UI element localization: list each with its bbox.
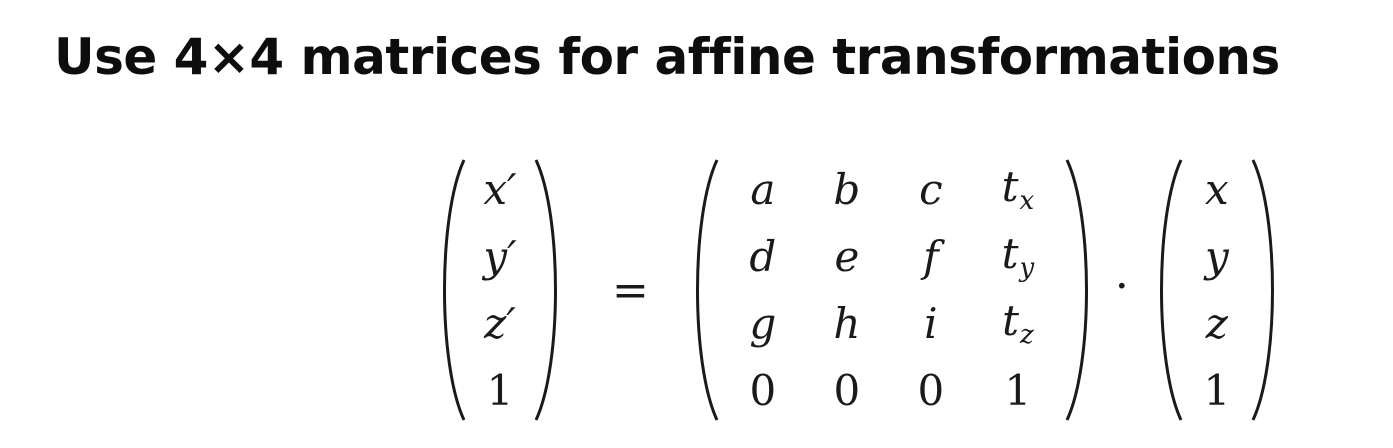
rhs-entry-x: x — [1205, 164, 1229, 214]
rhs-vector: x y z 1 — [1151, 156, 1283, 424]
matrix-entry-r4c3: 0 — [917, 365, 945, 415]
matrix-entry-r1c1: a — [750, 164, 776, 214]
matrix-entry-r3c2: h — [833, 298, 861, 348]
right-paren — [1249, 156, 1283, 424]
matrix-entry-r2c1: d — [749, 231, 777, 281]
transform-matrix: a b c tx d e f ty g h i tz 0 0 0 1 — [687, 156, 1097, 424]
matrix-entry-r4c4: 1 — [1004, 365, 1032, 415]
right-paren — [532, 156, 566, 424]
matrix-entry-r3c1: g — [749, 298, 777, 348]
lhs-entry-one: 1 — [486, 365, 514, 415]
matrix-entry-r3c4: tz — [1002, 295, 1034, 350]
rhs-entry-y: y — [1205, 231, 1229, 281]
multiply-dot: · — [1114, 260, 1129, 312]
matrix-entry-r2c3: f — [923, 231, 939, 281]
left-paren — [687, 156, 721, 424]
lhs-entry-z-prime: z′ — [484, 298, 516, 348]
matrix-entry-r3c3: i — [924, 298, 938, 348]
lhs-vector: x′ y′ z′ 1 — [434, 156, 566, 424]
matrix-entry-r4c1: 0 — [749, 365, 777, 415]
right-paren — [1063, 156, 1097, 424]
matrix-entry-r1c3: c — [919, 164, 943, 214]
rhs-entry-one: 1 — [1203, 365, 1231, 415]
matrix-cells: a b c tx d e f ty g h i tz 0 0 0 1 — [721, 156, 1063, 424]
equals-sign: = — [612, 264, 649, 316]
affine-transform-equation: x′ y′ z′ 1 = a b c tx d e f ty g h i tz 0 0 0 1 · x y z… — [434, 156, 1283, 424]
left-paren — [434, 156, 468, 424]
matrix-entry-r1c2: b — [833, 164, 861, 214]
matrix-entry-r2c2: e — [834, 231, 860, 281]
left-paren — [1151, 156, 1185, 424]
matrix-entry-r2c4: ty — [1001, 228, 1035, 283]
rhs-entry-z: z — [1205, 298, 1228, 348]
matrix-entry-r1c4: tx — [1001, 161, 1035, 216]
matrix-entry-r4c2: 0 — [833, 365, 861, 415]
slide-title: Use 4×4 matrices for affine transformati… — [54, 28, 1280, 86]
lhs-entry-x-prime: x′ — [483, 164, 517, 214]
lhs-entry-y-prime: y′ — [483, 231, 517, 281]
